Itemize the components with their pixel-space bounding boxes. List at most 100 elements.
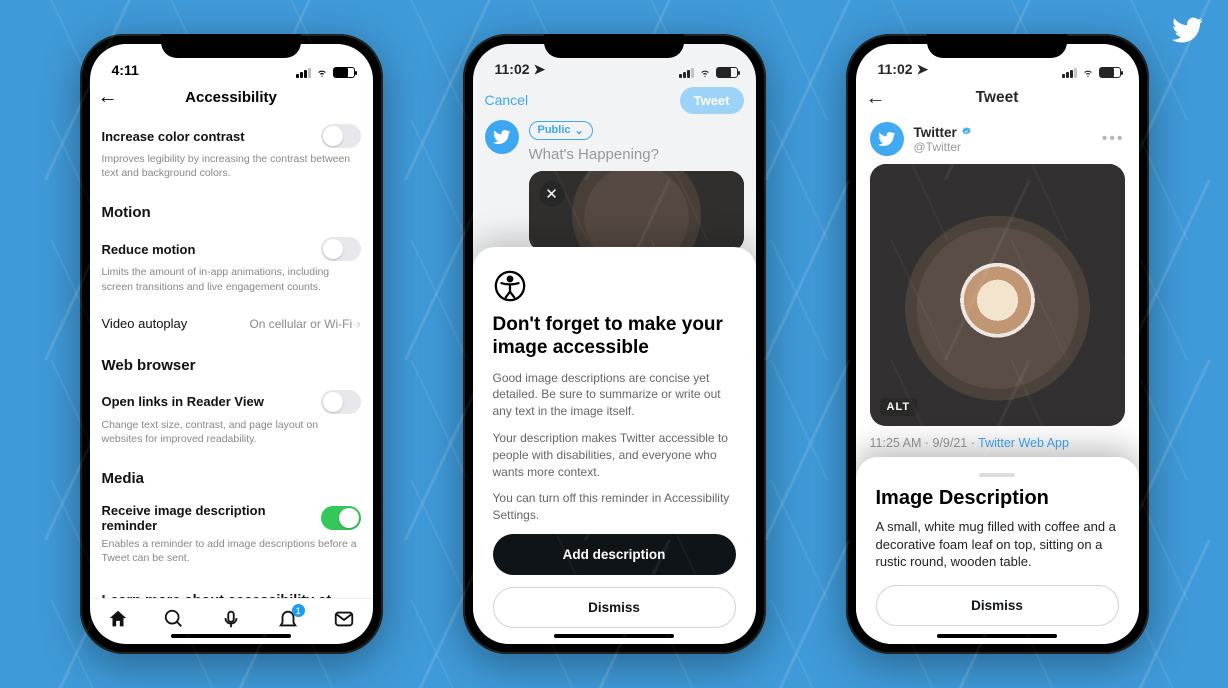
setting-reader-view: Open links in Reader View xyxy=(102,380,361,418)
notch xyxy=(161,34,301,58)
avatar[interactable] xyxy=(485,120,519,154)
compose-header: Cancel Tweet xyxy=(473,80,756,120)
home-indicator xyxy=(554,634,674,638)
setting-desc: Enables a reminder to add image descript… xyxy=(102,537,361,575)
screen-3: 11:02 ➤ ← Tweet Twitter xyxy=(856,44,1139,644)
toggle-image-reminder[interactable] xyxy=(321,506,360,530)
notch xyxy=(927,34,1067,58)
coffee-image xyxy=(870,164,1125,426)
screen-2: 11:02 ➤ Cancel Tweet Public⌄ What's Happ… xyxy=(473,44,756,644)
section-learn: Learn more about accessibility at Twitte… xyxy=(102,575,361,598)
tab-home-icon[interactable] xyxy=(107,608,129,635)
wifi-icon xyxy=(315,68,329,78)
dismiss-button[interactable]: Dismiss xyxy=(876,585,1119,626)
setting-label: Increase color contrast xyxy=(102,129,245,144)
phone-1: 4:11 ← Accessibility Increase color cont… xyxy=(80,34,383,654)
tweet-header: Twitter @Twitter ••• xyxy=(856,116,1139,158)
sheet-grabber[interactable] xyxy=(979,473,1015,477)
coffee-image xyxy=(529,171,744,251)
cell-signal-icon xyxy=(1062,68,1077,78)
tab-spaces-icon[interactable] xyxy=(220,608,242,635)
phone-2: 11:02 ➤ Cancel Tweet Public⌄ What's Happ… xyxy=(463,34,766,654)
sheet-para-3: You can turn off this reminder in Access… xyxy=(493,490,736,524)
tab-search-icon[interactable] xyxy=(163,608,185,635)
back-arrow-icon[interactable]: ← xyxy=(866,87,886,110)
cancel-button[interactable]: Cancel xyxy=(485,92,529,108)
nav-title: Tweet xyxy=(976,89,1019,107)
nav-bar: ← Accessibility xyxy=(90,80,373,114)
wifi-icon xyxy=(698,68,712,78)
setting-label: Video autoplay xyxy=(102,316,188,331)
setting-desc: Improves legibility by increasing the co… xyxy=(102,152,361,190)
home-indicator xyxy=(937,634,1057,638)
status-icons xyxy=(679,67,738,78)
tweet-image[interactable]: ALT xyxy=(870,164,1125,426)
sheet-body: A small, white mug filled with coffee an… xyxy=(876,518,1119,571)
remove-image-icon[interactable]: ✕ xyxy=(539,181,565,207)
section-motion: Motion xyxy=(102,190,361,227)
status-time: 11:02 ➤ xyxy=(495,61,546,78)
section-media: Media xyxy=(102,456,361,493)
nav-title: Accessibility xyxy=(185,89,277,106)
battery-icon xyxy=(716,67,738,78)
avatar[interactable] xyxy=(870,122,904,156)
setting-desc: Change text size, contrast, and page lay… xyxy=(102,418,361,456)
sheet-title: Don't forget to make your image accessib… xyxy=(493,314,736,360)
tab-messages-icon[interactable] xyxy=(333,608,355,635)
image-description-sheet: Image Description A small, white mug fil… xyxy=(856,457,1139,644)
sheet-para-1: Good image descriptions are concise yet … xyxy=(493,370,736,420)
notch xyxy=(544,34,684,58)
tweet-meta: 11:25 AM · 9/9/21 · Twitter Web App xyxy=(856,426,1139,450)
add-description-button[interactable]: Add description xyxy=(493,534,736,575)
tweet-button[interactable]: Tweet xyxy=(680,87,744,114)
author-handle[interactable]: @Twitter xyxy=(914,140,973,154)
status-icons xyxy=(1062,67,1121,78)
sheet-title: Image Description xyxy=(876,487,1119,510)
setting-value: On cellular or Wi-Fi xyxy=(249,317,352,331)
chevron-right-icon: › xyxy=(356,316,360,331)
toggle-contrast[interactable] xyxy=(321,124,361,148)
attached-image[interactable]: ✕ xyxy=(529,171,744,251)
location-icon: ➤ xyxy=(533,61,545,77)
sheet-para-2: Your description makes Twitter accessibl… xyxy=(493,430,736,480)
tweet-time: 11:25 AM xyxy=(870,436,922,450)
phone-row: 4:11 ← Accessibility Increase color cont… xyxy=(0,0,1228,688)
setting-video-autoplay[interactable]: Video autoplay On cellular or Wi-Fi › xyxy=(102,304,361,343)
battery-icon xyxy=(1099,67,1121,78)
status-icons xyxy=(296,67,355,78)
author-name[interactable]: Twitter xyxy=(914,125,973,140)
battery-icon xyxy=(333,67,355,78)
status-time: 11:02 ➤ xyxy=(878,61,929,78)
chevron-down-icon: ⌄ xyxy=(575,124,584,137)
wifi-icon xyxy=(1081,68,1095,78)
verified-badge-icon xyxy=(960,126,973,139)
status-time: 4:11 xyxy=(112,62,139,78)
location-icon: ➤ xyxy=(916,61,928,77)
back-arrow-icon[interactable]: ← xyxy=(98,86,118,109)
toggle-reader-view[interactable] xyxy=(321,390,361,414)
setting-label: Reduce motion xyxy=(102,242,196,257)
phone-3: 11:02 ➤ ← Tweet Twitter xyxy=(846,34,1149,654)
section-web: Web browser xyxy=(102,343,361,380)
setting-increase-contrast: Increase color contrast xyxy=(102,114,361,152)
cell-signal-icon xyxy=(679,68,694,78)
accessibility-reminder-sheet: Don't forget to make your image accessib… xyxy=(473,247,756,644)
cell-signal-icon xyxy=(296,68,311,78)
compose-placeholder[interactable]: What's Happening? xyxy=(529,146,744,163)
tab-notifications-icon[interactable]: 1 xyxy=(277,608,299,635)
audience-selector[interactable]: Public⌄ xyxy=(529,121,593,140)
setting-label: Open links in Reader View xyxy=(102,394,264,409)
alt-badge[interactable]: ALT xyxy=(880,398,918,416)
toggle-reduce-motion[interactable] xyxy=(321,237,361,261)
dismiss-button[interactable]: Dismiss xyxy=(493,587,736,628)
tweet-source[interactable]: Twitter Web App xyxy=(978,436,1069,450)
setting-label: Receive image description reminder xyxy=(102,503,322,533)
screen-1: 4:11 ← Accessibility Increase color cont… xyxy=(90,44,373,644)
more-options-icon[interactable]: ••• xyxy=(1102,130,1125,148)
settings-list[interactable]: Increase color contrast Improves legibil… xyxy=(90,114,373,598)
setting-image-reminder: Receive image description reminder xyxy=(102,493,361,537)
nav-bar: ← Tweet xyxy=(856,80,1139,116)
compose-area: Public⌄ What's Happening? ✕ xyxy=(473,120,756,251)
setting-desc: Limits the amount of in-app animations, … xyxy=(102,265,361,303)
home-indicator xyxy=(171,634,291,638)
